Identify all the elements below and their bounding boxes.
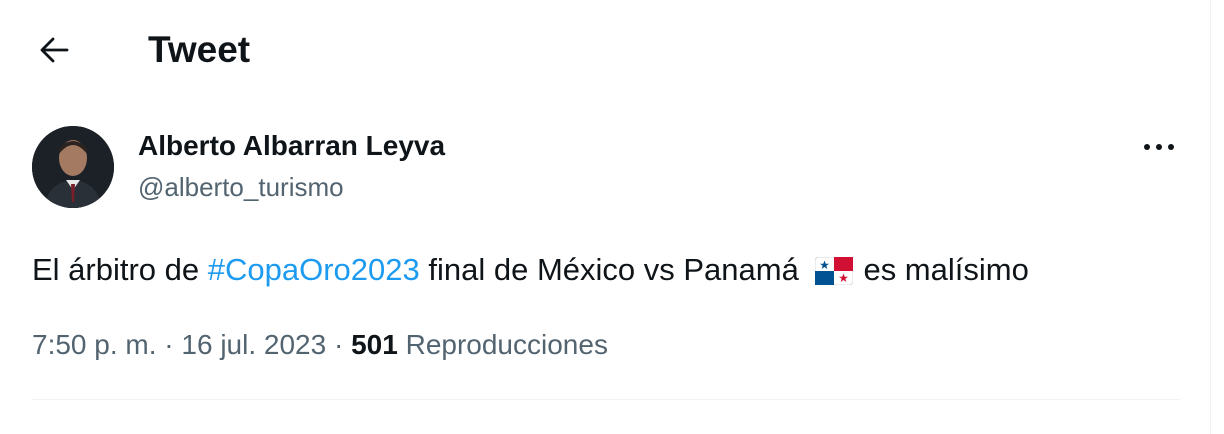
tweet-time[interactable]: 7:50 p. m. (32, 329, 157, 360)
separator: · (164, 329, 174, 360)
tweet-text: El árbitro de #CopaOro2023 final de Méxi… (32, 248, 1029, 297)
back-button[interactable] (32, 30, 76, 70)
avatar[interactable] (32, 126, 114, 208)
author-name[interactable]: Alberto Albarran Leyva (138, 128, 445, 164)
author-handle[interactable]: @alberto_turismo (138, 170, 344, 204)
column-border (1210, 0, 1211, 434)
divider (32, 399, 1180, 400)
tweet-text-part: El árbitro de (32, 252, 208, 287)
views-label: Reproducciones (405, 329, 608, 360)
tweet-date[interactable]: 16 jul. 2023 (181, 329, 326, 360)
page-title: Tweet (148, 29, 251, 70)
hashtag-link[interactable]: #CopaOro2023 (208, 252, 420, 287)
tweet-metadata: 7:50 p. m. · 16 jul. 2023 · 501 Reproduc… (32, 326, 608, 364)
tweet-text-part: final de México vs Panamá (419, 252, 808, 287)
tweet-text-part: es malísimo (863, 252, 1029, 287)
views-count: 501 (351, 329, 398, 360)
more-options-icon (1144, 144, 1174, 150)
avatar-photo (32, 126, 114, 208)
arrow-left-icon (40, 37, 69, 63)
panama-flag-icon (814, 253, 854, 297)
separator: · (333, 329, 344, 360)
tweet-header: Tweet (0, 0, 1224, 100)
more-options-button[interactable] (1136, 132, 1182, 162)
